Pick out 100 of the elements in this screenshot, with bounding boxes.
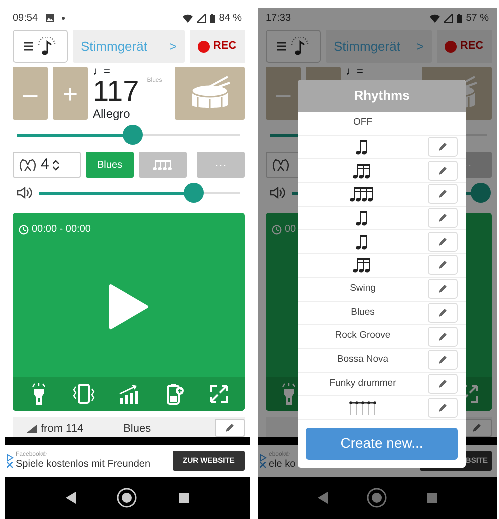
time-range: 00 <box>285 223 296 237</box>
edit-button[interactable] <box>428 232 458 252</box>
rhythm-notes-icon <box>356 232 370 251</box>
record-button[interactable]: REC <box>437 30 492 63</box>
tempo-ramp-icon <box>27 424 37 434</box>
edit-button[interactable] <box>428 374 458 394</box>
phone-vibrate-icon[interactable] <box>73 383 96 405</box>
menu-button[interactable] <box>266 30 321 63</box>
slider-thumb[interactable] <box>471 183 492 203</box>
rhythm-item[interactable]: OFF <box>298 112 466 136</box>
ramp-start: from 114 <box>41 422 84 436</box>
image-icon <box>46 14 54 22</box>
edit-button[interactable] <box>428 184 458 204</box>
record-button[interactable]: REC <box>190 30 245 63</box>
pencil-icon <box>438 402 448 413</box>
edit-button[interactable] <box>428 302 458 323</box>
clock-icon <box>19 224 29 234</box>
wifi-icon <box>183 14 194 22</box>
record-icon <box>445 40 458 52</box>
home-icon[interactable] <box>117 488 138 508</box>
rhythm-item[interactable] <box>298 254 466 278</box>
clapping-hands-icon <box>19 157 37 173</box>
ad-text: Spiele kostenlos mit Freunden <box>16 458 152 470</box>
pencil-icon <box>438 142 448 152</box>
close-icon[interactable] <box>7 462 14 468</box>
tempo-note: ♩= <box>346 67 364 79</box>
back-icon[interactable] <box>66 492 76 504</box>
ad-choices-icon[interactable] <box>260 454 267 462</box>
rhythm-item[interactable]: Rock Groove <box>298 325 466 349</box>
metronome-note-icon <box>37 36 57 56</box>
pencil-icon <box>438 236 448 247</box>
rhythm-name: Blues <box>124 422 152 436</box>
tempo-value: 117 <box>93 78 140 107</box>
menu-icon <box>277 42 286 51</box>
status-time: 09:54 <box>13 12 38 26</box>
edit-button[interactable] <box>428 350 458 370</box>
record-icon <box>198 40 210 52</box>
rhythm-notes-icon <box>356 138 370 156</box>
tuner-button[interactable]: Stimmgerät > <box>326 30 432 63</box>
pencil-icon <box>438 260 448 270</box>
speaker-icon <box>270 187 286 199</box>
tuner-button[interactable]: Stimmgerät > <box>73 30 185 63</box>
rhythm-notes-icon <box>356 209 370 228</box>
up-down-icon <box>53 160 60 170</box>
dot-icon <box>62 16 66 20</box>
battery-icon <box>210 14 216 22</box>
fullscreen-icon[interactable] <box>208 383 230 405</box>
signal-icon <box>444 14 454 22</box>
edit-button[interactable] <box>428 326 458 347</box>
ad-choices-icon[interactable] <box>7 454 14 462</box>
rhythm-notes-icon <box>353 162 373 180</box>
rhythm-item[interactable]: Blues <box>298 302 466 326</box>
slider-thumb[interactable] <box>184 183 204 203</box>
plus-button[interactable]: + <box>53 67 88 120</box>
beats-selector[interactable]: 4 <box>13 152 81 178</box>
menu-button[interactable] <box>13 30 68 63</box>
rhythm-button[interactable]: Blues <box>86 152 134 178</box>
tempo-marking: Allegro <box>93 108 132 120</box>
rhythm-item[interactable] <box>298 183 466 207</box>
slider-thumb[interactable] <box>122 125 143 145</box>
slider[interactable] <box>39 183 240 203</box>
menu-icon <box>24 42 33 51</box>
signal-icon <box>197 14 206 22</box>
edit-button[interactable] <box>428 160 458 181</box>
rhythm-notes-icon <box>153 159 173 171</box>
edit-button[interactable] <box>428 255 458 276</box>
rhythm-item[interactable]: Swing <box>298 278 466 302</box>
pencil-icon <box>438 308 448 318</box>
pencil-icon <box>438 284 448 294</box>
edit-button[interactable] <box>428 137 458 158</box>
create-new-button[interactable]: Create new... <box>306 428 458 460</box>
pencil-icon <box>438 166 448 176</box>
bar-chart-icon[interactable] <box>118 383 140 405</box>
pencil-icon <box>438 213 448 224</box>
edit-button[interactable] <box>428 208 458 228</box>
slider[interactable] <box>17 125 240 145</box>
ad-text: ele ko <box>269 458 297 470</box>
battery-percent: 84 % <box>219 12 242 26</box>
minus-button[interactable]: – <box>13 67 48 120</box>
status-time: 17:33 <box>266 12 292 26</box>
dialog-title: Rhythms <box>298 80 466 112</box>
play-icon[interactable] <box>109 284 149 330</box>
pencil-icon <box>438 355 448 366</box>
time-range: 00:00 - 00:00 <box>32 223 91 237</box>
rhythm-item[interactable]: Funky drummer <box>298 372 466 396</box>
pencil-icon <box>438 189 448 200</box>
rhythm-notes-icon <box>353 256 373 274</box>
pencil-icon <box>438 378 448 389</box>
edit-button[interactable] <box>215 419 245 437</box>
rhythm-item[interactable]: Bossa Nova <box>298 348 466 373</box>
rhythm-notes-icon <box>350 185 376 204</box>
recents-icon[interactable] <box>179 493 190 503</box>
edit-button[interactable] <box>428 279 458 300</box>
clock-icon <box>272 224 282 234</box>
battery-percent: 57 % <box>466 12 489 26</box>
pencil-icon <box>472 423 482 433</box>
close-icon[interactable] <box>260 462 267 468</box>
edit-button[interactable] <box>428 398 458 418</box>
rhythm-item[interactable] <box>298 159 466 184</box>
pencil-icon <box>225 423 235 433</box>
